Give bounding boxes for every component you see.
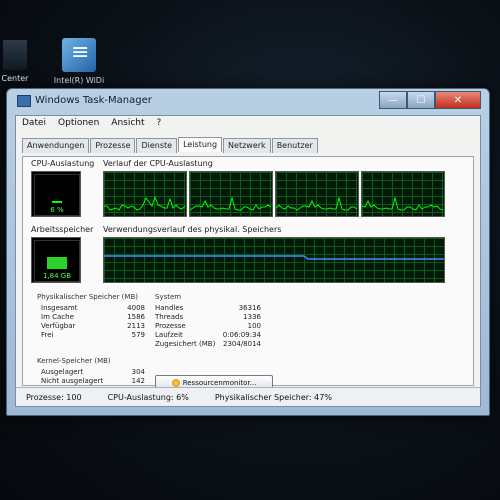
- window-client: Datei Optionen Ansicht ? Anwendungen Pro…: [15, 115, 481, 407]
- desktop-icon-center[interactable]: Center: [0, 40, 30, 83]
- memory-gauge: 1,84 GB: [34, 240, 80, 282]
- stat-label: Threads: [155, 313, 184, 321]
- cpu-history-line: [275, 196, 358, 211]
- cpu-history-line: [104, 195, 186, 211]
- memory-label: Arbeitsspeicher: [31, 225, 94, 234]
- resource-monitor-label: Ressourcenmonitor...: [182, 378, 257, 387]
- desktop-icon-intel-widi[interactable]: Intel(R) WiDi: [48, 38, 110, 85]
- kernel-memory-table: Ausgelagert 304 Nicht ausgelagert 142: [41, 368, 145, 386]
- stat-value: 0:06:09:34: [222, 331, 261, 339]
- stat-value: 1586: [127, 313, 145, 321]
- stat-label: Im Cache: [41, 313, 74, 321]
- status-processes: Prozesse: 100: [26, 392, 82, 402]
- status-cpu: CPU-Auslastung: 6%: [107, 392, 189, 402]
- shortcut-icon: [3, 40, 27, 70]
- cpu-history-graph-core-3: [275, 171, 359, 217]
- cpu-usage-value: 6 %: [50, 206, 64, 214]
- stat-value: 579: [131, 331, 145, 339]
- close-button[interactable]: ✕: [435, 91, 481, 109]
- table-row: Nicht ausgelagert 142: [41, 377, 145, 386]
- window-controls: — ☐ ✕: [379, 91, 481, 109]
- stat-label: Laufzeit: [155, 331, 183, 339]
- memory-gauge-bar: [47, 257, 67, 269]
- stat-label: Verfügbar: [41, 322, 76, 330]
- task-manager-app-icon: [17, 95, 31, 107]
- memory-history-line: [104, 255, 444, 260]
- table-row: Insgesamt 4008: [41, 304, 145, 313]
- cpu-history-graph-core-1: [103, 171, 187, 217]
- stat-value: 36316: [238, 304, 261, 312]
- status-bar: Prozesse: 100 CPU-Auslastung: 6% Physika…: [16, 387, 480, 406]
- table-row: Threads 1336: [155, 313, 261, 322]
- memory-history-label: Verwendungsverlauf des physikal. Speiche…: [103, 225, 282, 234]
- system-table: Handles 36316 Threads 1336 Prozesse 100 Lau…: [155, 304, 261, 349]
- resource-monitor-icon: [171, 378, 180, 387]
- menu-datei[interactable]: Datei: [22, 118, 46, 134]
- table-row: Laufzeit 0:06:09:34: [155, 331, 261, 340]
- stat-label: Zugesichert (MB): [155, 340, 216, 348]
- cpu-gauge: 6 %: [34, 174, 80, 216]
- physical-memory-title: Physikalischer Speicher (MB): [37, 293, 138, 301]
- cpu-history-label: Verlauf der CPU-Auslastung: [103, 159, 213, 168]
- tab-strip: Anwendungen Prozesse Dienste Leistung Ne…: [16, 137, 480, 153]
- stat-value: 1336: [243, 313, 261, 321]
- desktop-icon-label: Center: [1, 74, 29, 83]
- stat-value: 2304/8014: [223, 340, 261, 348]
- menu-bar: Datei Optionen Ansicht ?: [16, 116, 480, 136]
- cpu-usage-label: CPU-Auslastung: [31, 159, 95, 168]
- system-title: System: [155, 293, 182, 301]
- table-row: Handles 36316: [155, 304, 261, 313]
- cpu-usage-monitor: 6 %: [31, 171, 81, 217]
- menu-ansicht[interactable]: Ansicht: [111, 118, 144, 134]
- cpu-history-graph-core-2: [189, 171, 273, 217]
- tab-benutzer[interactable]: Benutzer: [271, 138, 318, 153]
- cpu-history-graph-core-4: [361, 171, 445, 217]
- table-row: Verfügbar 2113: [41, 322, 145, 331]
- memory-monitor: 1,84 GB: [31, 237, 81, 283]
- table-row: Frei 579: [41, 331, 145, 340]
- table-row: Ausgelagert 304: [41, 368, 145, 377]
- cpu-history-line: [361, 196, 444, 211]
- window-title: Windows Task-Manager: [35, 95, 152, 106]
- tab-anwendungen[interactable]: Anwendungen: [22, 138, 90, 153]
- task-manager-window: Windows Task-Manager — ☐ ✕ Datei Optione…: [6, 88, 490, 416]
- table-row: Im Cache 1586: [41, 313, 145, 322]
- status-memory: Physikalischer Speicher: 47%: [214, 392, 332, 402]
- stat-value: 100: [247, 322, 261, 330]
- maximize-button[interactable]: ☐: [407, 91, 435, 109]
- performance-panel: CPU-Auslastung 6 % Verlauf der CPU-Ausla…: [22, 156, 474, 390]
- stat-value: 304: [131, 368, 145, 376]
- cpu-history-line: [189, 196, 272, 211]
- memory-usage-value: 1,84 GB: [42, 272, 72, 280]
- stat-value: 142: [131, 377, 145, 385]
- tab-prozesse[interactable]: Prozesse: [90, 138, 136, 153]
- menu-help[interactable]: ?: [157, 118, 162, 134]
- stat-label: Ausgelagert: [41, 368, 84, 376]
- tab-dienste[interactable]: Dienste: [136, 138, 178, 153]
- tab-leistung[interactable]: Leistung: [178, 137, 223, 152]
- stat-label: Frei: [41, 331, 54, 339]
- desktop-icon-label: Intel(R) WiDi: [53, 76, 105, 85]
- physical-memory-table: Insgesamt 4008 Im Cache 1586 Verfügbar 2113…: [41, 304, 145, 340]
- menu-optionen[interactable]: Optionen: [58, 118, 99, 134]
- stat-label: Insgesamt: [41, 304, 78, 312]
- title-bar[interactable]: Windows Task-Manager — ☐ ✕: [7, 89, 489, 113]
- minimize-button[interactable]: —: [379, 91, 407, 109]
- cpu-gauge-bar: [52, 201, 62, 203]
- tab-netzwerk[interactable]: Netzwerk: [223, 138, 271, 153]
- stat-value: 2113: [127, 322, 145, 330]
- table-row: Zugesichert (MB) 2304/8014: [155, 340, 261, 349]
- stat-label: Handles: [155, 304, 184, 312]
- wifi-display-icon: [62, 38, 96, 72]
- kernel-memory-title: Kernel-Speicher (MB): [37, 357, 111, 365]
- table-row: Prozesse 100: [155, 322, 261, 331]
- stat-label: Nicht ausgelagert: [41, 377, 104, 385]
- stat-value: 4008: [127, 304, 145, 312]
- stat-label: Prozesse: [155, 322, 186, 330]
- memory-history-graph: [103, 237, 445, 283]
